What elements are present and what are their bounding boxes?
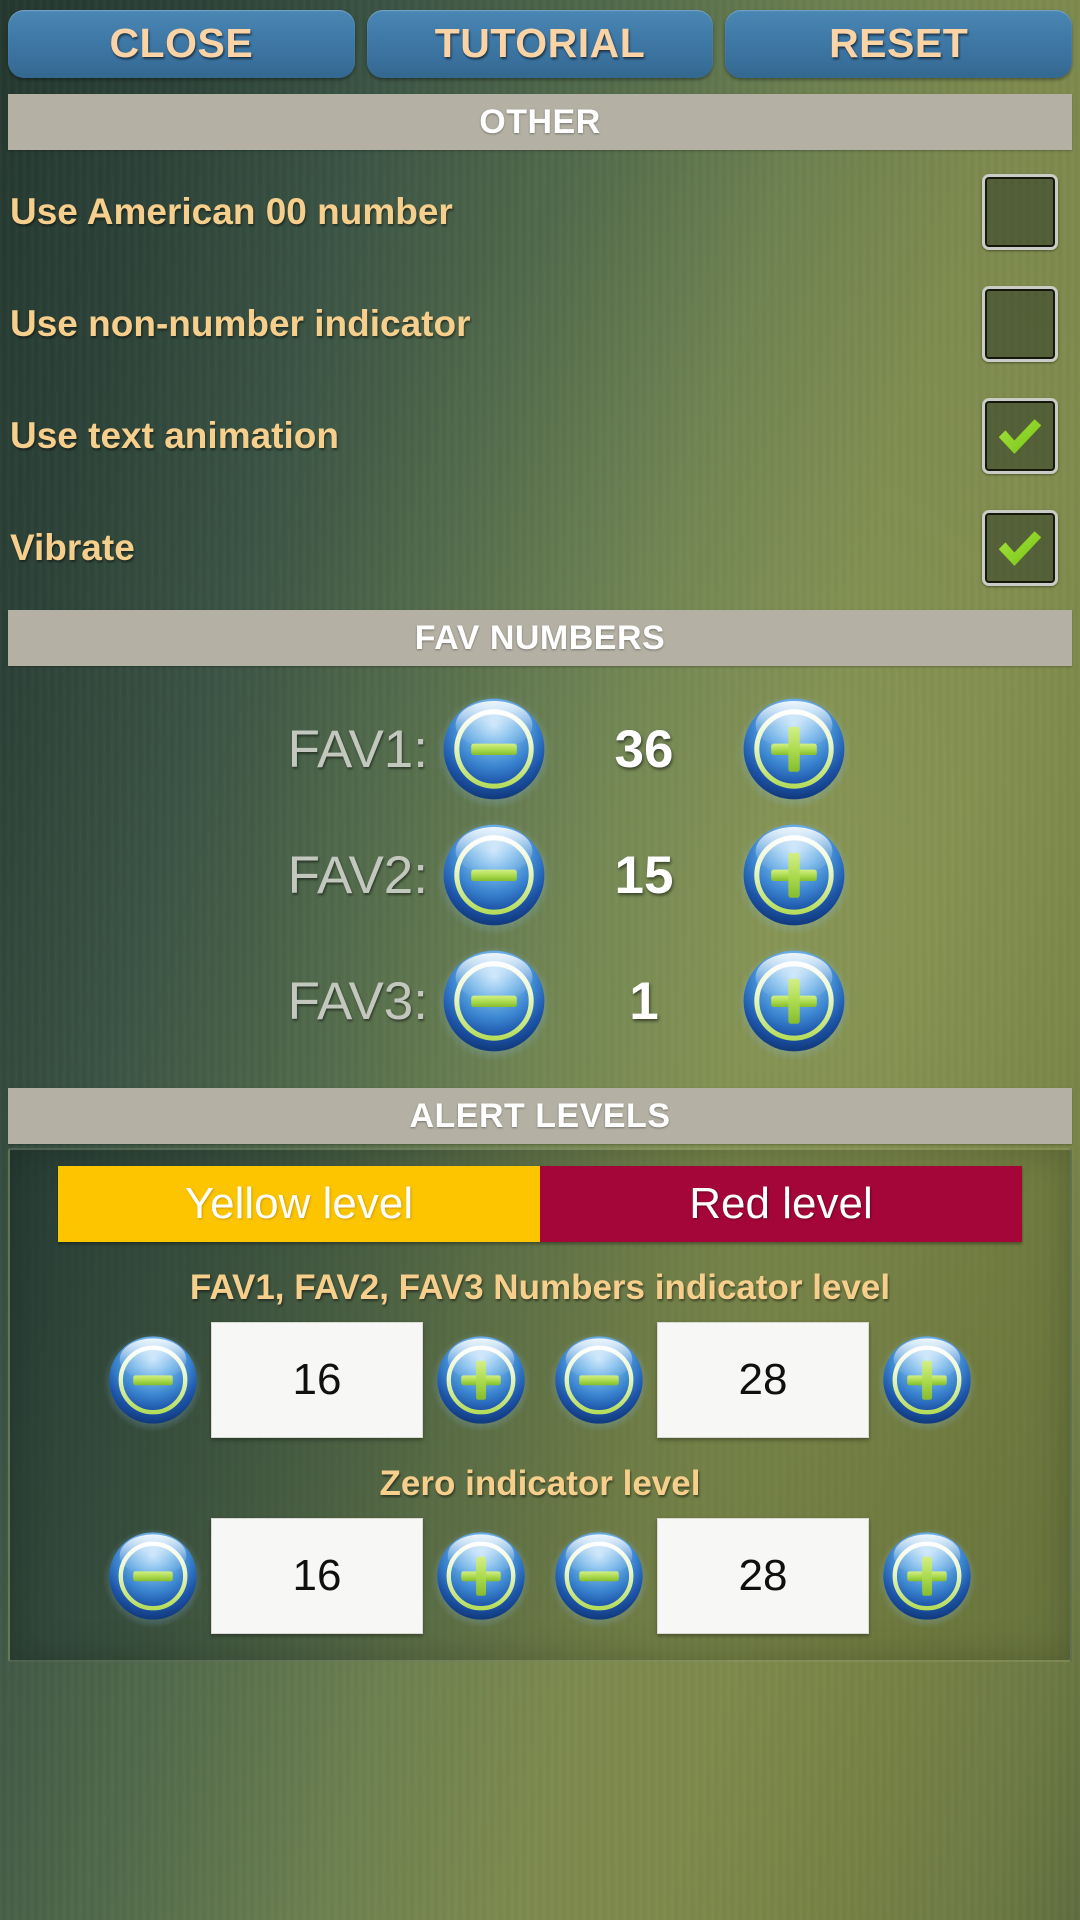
fav-indicator-yellow-minus-button[interactable] — [101, 1328, 205, 1432]
fav-indicator-red-plus-button[interactable] — [875, 1328, 979, 1432]
tutorial-button[interactable]: TUTORIAL — [366, 9, 714, 78]
checkbox-use-text-animation[interactable] — [982, 398, 1058, 474]
reset-button[interactable]: RESET — [725, 9, 1073, 78]
section-header-fav-numbers: FAV NUMBERS — [8, 610, 1072, 666]
fav-numbers-list: FAV1: 36 FAV2: 15 FAV3: 1 — [0, 666, 1080, 1082]
fav1-minus-button[interactable] — [434, 689, 554, 809]
plus-icon — [429, 1328, 533, 1432]
zero-indicator-red-plus-button[interactable] — [875, 1524, 979, 1628]
fav-row-3: FAV3: 1 — [0, 938, 1080, 1064]
fav2-plus-button[interactable] — [734, 815, 854, 935]
option-row-vibrate[interactable]: Vibrate — [0, 492, 1080, 604]
fav-row-1: FAV1: 36 — [0, 686, 1080, 812]
option-row-use-non-number-indicator[interactable]: Use non-number indicator — [0, 268, 1080, 380]
fav-indicator-red-value[interactable]: 28 — [657, 1322, 869, 1438]
option-label: Use American 00 number — [10, 191, 453, 232]
zero-indicator-yellow-minus-button[interactable] — [101, 1524, 205, 1628]
checkbox-use-non-number-indicator[interactable] — [982, 286, 1058, 362]
zero-indicator-red-value[interactable]: 28 — [657, 1518, 869, 1634]
zero-indicator-red-minus-button[interactable] — [547, 1524, 651, 1628]
minus-icon — [547, 1524, 651, 1628]
fav3-label: FAV3: — [287, 971, 428, 1031]
zero-indicator-yellow-value[interactable]: 16 — [211, 1518, 423, 1634]
reset-button-label: RESET — [829, 20, 969, 66]
fav1-plus-button[interactable] — [734, 689, 854, 809]
option-row-use-american-00-number[interactable]: Use American 00 number — [0, 156, 1080, 268]
plus-icon — [875, 1524, 979, 1628]
plus-icon — [875, 1328, 979, 1432]
fav1-value: 36 — [614, 719, 674, 779]
check-icon — [992, 520, 1048, 576]
plus-icon — [429, 1524, 533, 1628]
fav-numbers-indicator-caption: FAV1, FAV2, FAV3 Numbers indicator level — [189, 1268, 891, 1307]
fav-indicator-stepper-row: 16 28 — [10, 1322, 1070, 1438]
yellow-level-header: Yellow level — [58, 1166, 540, 1242]
fav-indicator-yellow-plus-button[interactable] — [429, 1328, 533, 1432]
plus-icon — [734, 941, 854, 1061]
top-button-bar: CLOSE TUTORIAL RESET — [0, 0, 1080, 88]
level-bar-headers: Yellow level Red level — [58, 1166, 1022, 1242]
section-header-other: OTHER — [8, 94, 1072, 150]
fav1-label: FAV1: — [287, 719, 428, 779]
option-label: Use non-number indicator — [10, 303, 471, 344]
tutorial-button-label: TUTORIAL — [434, 20, 646, 66]
section-header-alert-levels-label: ALERT LEVELS — [409, 1096, 671, 1135]
plus-icon — [734, 689, 854, 809]
yellow-level-label: Yellow level — [184, 1179, 414, 1228]
minus-icon — [434, 815, 554, 935]
red-level-header: Red level — [540, 1166, 1022, 1242]
check-icon — [992, 408, 1048, 464]
zero-indicator-yellow-plus-button[interactable] — [429, 1524, 533, 1628]
minus-icon — [434, 941, 554, 1061]
zero-indicator-caption: Zero indicator level — [379, 1464, 701, 1503]
fav2-label: FAV2: — [287, 845, 428, 905]
close-button-label: CLOSE — [109, 20, 254, 66]
checkbox-vibrate[interactable] — [982, 510, 1058, 586]
fav-row-2: FAV2: 15 — [0, 812, 1080, 938]
close-button[interactable]: CLOSE — [8, 9, 355, 78]
fav3-value: 1 — [629, 971, 659, 1031]
fav-indicator-red-minus-button[interactable] — [547, 1328, 651, 1432]
fav-indicator-yellow-value[interactable]: 16 — [211, 1322, 423, 1438]
other-options-list: Use American 00 number Use non-number in… — [0, 150, 1080, 604]
minus-icon — [101, 1328, 205, 1432]
fav2-minus-button[interactable] — [434, 815, 554, 935]
option-label: Use text animation — [10, 415, 339, 456]
fav2-value: 15 — [614, 845, 674, 905]
minus-icon — [434, 689, 554, 809]
zero-indicator-stepper-row: 16 28 — [10, 1518, 1070, 1634]
option-label: Vibrate — [10, 527, 135, 568]
minus-icon — [101, 1524, 205, 1628]
section-header-fav-numbers-label: FAV NUMBERS — [414, 618, 666, 657]
plus-icon — [734, 815, 854, 935]
alert-levels-panel: Yellow level Red level FAV1, FAV2, FAV3 … — [8, 1148, 1072, 1662]
minus-icon — [547, 1328, 651, 1432]
option-row-use-text-animation[interactable]: Use text animation — [0, 380, 1080, 492]
red-level-label: Red level — [689, 1179, 873, 1228]
section-header-alert-levels: ALERT LEVELS — [8, 1088, 1072, 1144]
fav3-plus-button[interactable] — [734, 941, 854, 1061]
fav3-minus-button[interactable] — [434, 941, 554, 1061]
section-header-other-label: OTHER — [479, 102, 601, 141]
checkbox-use-american-00-number[interactable] — [982, 174, 1058, 250]
